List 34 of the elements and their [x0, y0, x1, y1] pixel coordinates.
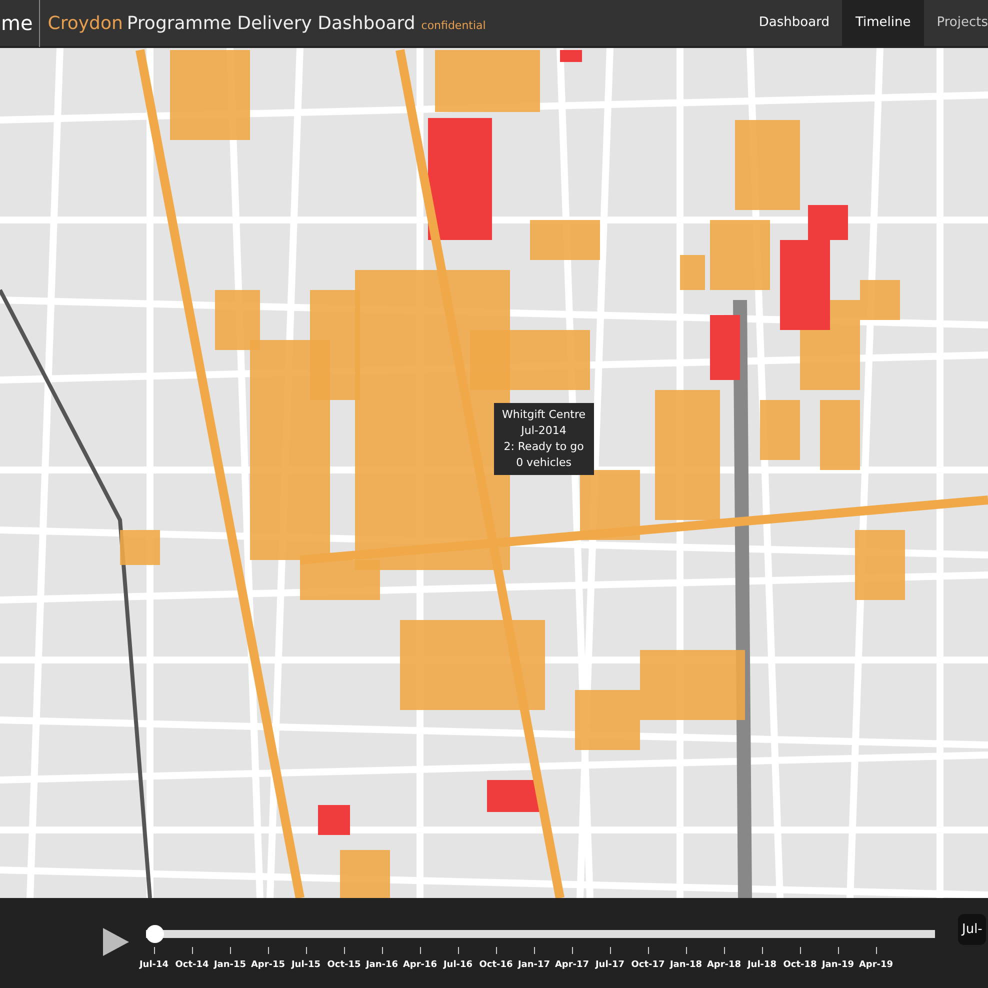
dashboard-title: Programme Delivery Dashboard	[126, 12, 416, 34]
tick-label: Jan-19	[822, 960, 854, 970]
nav-tab[interactable]: Dashboard	[746, 0, 842, 46]
tick-label: Oct-16	[479, 960, 513, 970]
title-highlight: Croydon	[48, 12, 123, 34]
tick-label: Jul-17	[595, 960, 625, 970]
tooltip-text: Jul-2014	[520, 423, 568, 439]
tick-label: Oct-15	[327, 960, 361, 970]
slider-handle[interactable]	[146, 925, 164, 943]
play-icon[interactable]	[103, 928, 129, 956]
tick-label: Jul-18	[747, 960, 777, 970]
current-date-label: Jul-	[958, 914, 986, 945]
tick-label: Oct-18	[783, 960, 817, 970]
tick-label: Apr-17	[554, 960, 590, 970]
tick-label: Jan-15	[214, 960, 246, 970]
confidential-label: confidential	[421, 18, 486, 32]
nav-tab[interactable]: Timeline	[842, 0, 924, 46]
tick-label: Apr-15	[250, 960, 286, 970]
tick-label: Jan-18	[670, 960, 702, 970]
tick-label: Apr-18	[706, 960, 742, 970]
nav-tab[interactable]: Projects	[924, 0, 988, 46]
tooltip-text: 2: Ready to go	[502, 439, 585, 455]
tick-label: Jul-14	[139, 960, 169, 970]
tick-label: Apr-19	[858, 960, 894, 970]
tick-label: Oct-14	[175, 960, 209, 970]
tooltip-text: Whitgift Centre	[502, 407, 586, 423]
tick-label: Jul-16	[443, 960, 473, 970]
tooltip-text: 0 vehicles	[515, 455, 572, 471]
tick-label: Oct-17	[631, 960, 665, 970]
brand-text: me	[0, 0, 40, 47]
tick-label: Jul-15	[291, 960, 321, 970]
tick-label: Apr-16	[402, 960, 438, 970]
tick-label: Jan-17	[518, 960, 550, 970]
tick-label: Jan-16	[366, 960, 398, 970]
